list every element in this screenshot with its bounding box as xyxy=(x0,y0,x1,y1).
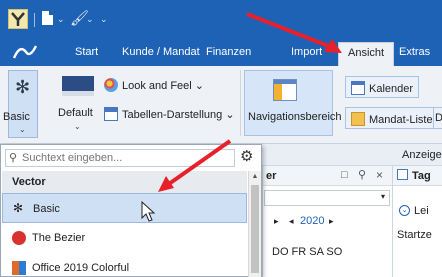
search-icon: ⚲ xyxy=(9,152,18,164)
prev-year-icon[interactable]: ◂ xyxy=(289,216,294,227)
tag-panel: Tag ⌄ Lei Startze xyxy=(392,166,442,277)
customize-quick-access-icon[interactable]: ⌄ xyxy=(100,14,108,25)
mandat-liste-button[interactable]: Mandat-Liste xyxy=(345,107,439,129)
gear-icon[interactable]: ⚙ xyxy=(240,147,253,165)
ribbon-tabs: Start Kunde / Mandat Finanzen Import Ans… xyxy=(0,38,442,66)
tab-import[interactable]: Import xyxy=(291,46,322,58)
chevron-down-icon: ⌄ xyxy=(194,80,204,92)
skin-search-input[interactable] xyxy=(22,150,232,166)
navigationsbereich-label: Navigationsbereich xyxy=(248,111,342,123)
navigation-pane-icon xyxy=(273,79,297,101)
pin-icon[interactable]: ⚲ xyxy=(358,168,366,181)
calendar-panel: er □ ⚲ × ▾ ▸ ◂ 2020 ▸ DO FR SA SO xyxy=(262,166,393,277)
logo-icon xyxy=(12,45,38,59)
skin-basic-button[interactable]: ✻ Basic ⌄ xyxy=(3,70,38,138)
skin-item-the-bezier[interactable]: The Bezier xyxy=(2,223,247,253)
palette-default-label[interactable]: Default xyxy=(58,107,93,119)
tab-ansicht[interactable]: Ansicht xyxy=(338,42,395,66)
anzeige-label: Anzeige xyxy=(402,149,442,161)
scroll-thumb[interactable] xyxy=(251,185,259,273)
skin-item-label: Office 2019 Colorful xyxy=(32,262,130,274)
tabellen-darstellung-button[interactable]: Tabellen-Darstellung ⌄ xyxy=(104,107,235,121)
next-year-icon[interactable]: ▸ xyxy=(329,216,334,227)
look-and-feel-button[interactable]: Look and Feel ⌄ xyxy=(104,78,204,92)
navigationsbereich-button[interactable]: Navigationsbereich xyxy=(244,70,342,136)
table-icon xyxy=(104,107,118,121)
ribbon-cut-button[interactable]: D xyxy=(433,107,442,129)
skin-item-label: Basic xyxy=(33,203,60,215)
bezier-skin-icon xyxy=(12,231,26,245)
palette-icon xyxy=(104,78,118,92)
next-month-icon[interactable]: ▸ xyxy=(274,216,279,227)
calendar-panel-title: er xyxy=(266,170,277,182)
calendar-icon xyxy=(397,169,408,180)
kalender-label: Kalender xyxy=(369,83,414,95)
vector-skin-icon: ✻ xyxy=(15,77,31,97)
tag-panel-item[interactable]: Lei xyxy=(414,205,429,217)
mandat-liste-label: Mandat-Liste xyxy=(369,114,433,126)
vector-skin-icon: ✻ xyxy=(13,201,24,215)
tag-panel-header: Tag xyxy=(393,166,442,186)
app-logo-icon[interactable] xyxy=(8,9,28,29)
skin-item-basic[interactable]: ✻ Basic xyxy=(2,193,247,223)
skin-item-office-2019-colorful[interactable]: Office 2019 Colorful xyxy=(2,253,247,277)
maximize-icon[interactable]: □ xyxy=(341,169,348,181)
skin-group-header: Vector xyxy=(2,171,247,193)
kalender-button[interactable]: Kalender xyxy=(345,76,420,98)
chevron-down-icon[interactable]: ⌄ xyxy=(57,14,65,25)
skin-item-label: The Bezier xyxy=(32,232,86,244)
chevron-down-icon: ⌄ xyxy=(225,109,235,121)
tab-extras[interactable]: Extras xyxy=(399,46,430,58)
tab-kunde-mandat[interactable]: Kunde / Mandat xyxy=(122,46,200,58)
calendar-year[interactable]: 2020 xyxy=(300,215,324,227)
palette-swatch-icon[interactable] xyxy=(62,76,94,96)
skin-search-box[interactable]: ⚲ xyxy=(5,149,235,167)
tabellen-darstellung-label: Tabellen-Darstellung xyxy=(122,109,223,121)
clock-icon: ⌄ xyxy=(399,205,410,216)
chevron-down-icon: ⌄ xyxy=(19,125,26,134)
weekday-header: DO FR SA SO xyxy=(272,246,343,258)
folder-icon xyxy=(351,112,365,126)
gallery-scrollbar[interactable]: ▲ xyxy=(248,171,261,277)
tag-panel-title: Tag xyxy=(412,170,431,182)
quick-access-separator xyxy=(34,13,35,27)
ribbon-panel: ✻ Basic ⌄ Default ⌄ Look and Feel ⌄ Tabe… xyxy=(0,66,442,144)
calendar-icon xyxy=(351,81,365,95)
tab-finanzen[interactable]: Finanzen xyxy=(206,46,251,58)
chevron-down-icon[interactable]: ⌄ xyxy=(86,14,94,25)
calendar-select[interactable]: ▾ xyxy=(264,190,390,206)
look-and-feel-label: Look and Feel xyxy=(122,80,192,92)
ribbon-separator xyxy=(240,70,241,136)
title-bar: ⌄ 🖌 ⌄ ⌄ xyxy=(0,0,442,38)
office-skin-icon xyxy=(12,261,26,275)
chevron-down-icon[interactable]: ▾ xyxy=(381,192,385,201)
close-icon[interactable]: × xyxy=(376,168,383,182)
calendar-panel-header: er □ ⚲ × xyxy=(263,166,393,186)
chevron-down-icon[interactable]: ⌄ xyxy=(74,122,81,131)
ribbon-cut-label: D xyxy=(435,112,442,124)
skin-basic-label: Basic xyxy=(3,111,30,123)
tab-start[interactable]: Start xyxy=(75,46,98,58)
scroll-up-icon[interactable]: ▲ xyxy=(249,171,261,183)
skin-gallery-dropdown: ⚲ ⚙ Vector ✻ Basic The Bezier Office 201… xyxy=(0,144,262,277)
tag-panel-start-label: Startze xyxy=(397,229,432,241)
document-icon[interactable] xyxy=(42,11,53,25)
